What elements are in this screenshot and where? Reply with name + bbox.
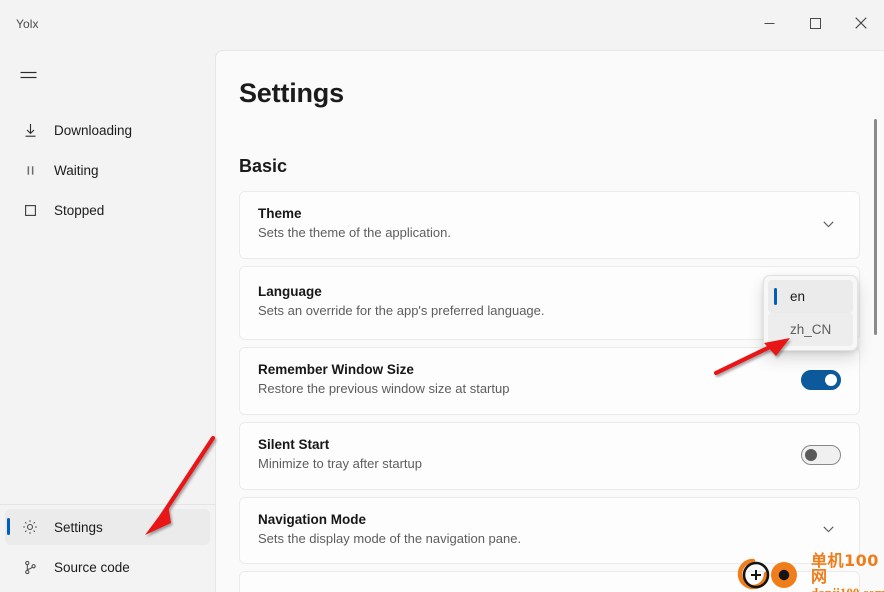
section-title-basic: Basic xyxy=(239,156,288,176)
setting-control xyxy=(721,370,841,391)
language-dropdown-flyout: en zh_CN xyxy=(763,275,858,351)
sidebar-item-label: Stopped xyxy=(54,202,105,218)
setting-text: Theme Sets the theme of the application. xyxy=(258,206,721,243)
setting-card-silent-start[interactable]: Silent Start Minimize to tray after star… xyxy=(239,421,860,490)
sidebar-item-label: Source code xyxy=(54,559,130,575)
pause-icon xyxy=(19,163,41,178)
watermark-mark-icon xyxy=(736,556,808,592)
minimize-button[interactable] xyxy=(746,0,792,46)
sidebar-item-waiting[interactable]: Waiting xyxy=(5,152,210,188)
setting-control xyxy=(721,211,841,237)
toggle-switch-icon[interactable] xyxy=(801,370,841,391)
sidebar-item-downloading[interactable]: Downloading xyxy=(5,112,210,148)
watermark-en-text: danji100.com xyxy=(811,586,884,592)
setting-text: Silent Start Minimize to tray after star… xyxy=(258,437,721,474)
language-option-label: zh_CN xyxy=(790,322,832,337)
setting-description: Minimize to tray after startup xyxy=(258,455,422,471)
setting-title: Language xyxy=(258,283,322,299)
sidebar-divider xyxy=(0,504,215,505)
setting-title: Theme xyxy=(258,206,302,221)
setting-description: Sets the display mode of the navigation … xyxy=(258,530,522,546)
sidebar: Downloading Waiting Stopped Settings Sou… xyxy=(0,50,215,592)
maximize-icon xyxy=(809,17,821,29)
title-bar: Yolx xyxy=(0,0,884,50)
maximize-button[interactable] xyxy=(792,0,838,46)
settings-card-list: Theme Sets the theme of the application.… xyxy=(239,191,860,592)
sidebar-nav-list: Downloading Waiting Stopped xyxy=(0,108,215,232)
setting-control xyxy=(721,445,841,466)
setting-text: Navigation Mode Sets the display mode of… xyxy=(258,512,721,549)
hamburger-menu-button[interactable] xyxy=(8,58,48,94)
sidebar-item-stopped[interactable]: Stopped xyxy=(5,192,210,228)
toggle-switch-icon[interactable] xyxy=(801,445,841,466)
sidebar-item-source-code[interactable]: Source code xyxy=(5,549,210,585)
sidebar-bottom-nav: Settings Source code xyxy=(0,504,215,589)
minimize-icon xyxy=(764,18,775,29)
language-option-zh-cn[interactable]: zh_CN xyxy=(768,313,853,346)
setting-card-theme[interactable]: Theme Sets the theme of the application. xyxy=(239,191,860,259)
setting-title: Navigation Mode xyxy=(258,511,367,527)
download-icon xyxy=(19,123,41,138)
watermark-logo: 单机100网 danji100.com xyxy=(736,553,884,592)
setting-control xyxy=(721,517,841,543)
watermark-text: 单机100网 danji100.com xyxy=(811,553,884,592)
language-option-en[interactable]: en xyxy=(768,280,853,313)
setting-card-remember-window-size[interactable]: Remember Window Size Restore the previou… xyxy=(239,346,860,415)
page-title: Settings xyxy=(239,78,344,108)
close-button[interactable] xyxy=(838,0,884,46)
content-scrollbar[interactable] xyxy=(870,59,880,585)
stop-square-icon xyxy=(19,203,41,218)
language-option-label: en xyxy=(790,289,806,304)
toggle-knob xyxy=(825,374,837,387)
sidebar-item-label: Settings xyxy=(54,519,103,535)
sidebar-item-label: Waiting xyxy=(54,162,99,178)
chevron-down-icon[interactable] xyxy=(815,211,841,237)
app-title: Yolx xyxy=(16,17,39,31)
chevron-down-icon[interactable] xyxy=(815,517,841,543)
toggle-knob xyxy=(805,449,817,462)
setting-description: Sets an override for the app's preferred… xyxy=(258,302,545,318)
window-controls xyxy=(746,0,884,46)
sidebar-item-settings[interactable]: Settings xyxy=(5,509,210,545)
setting-description: Restore the previous window size at star… xyxy=(258,380,510,396)
branch-icon xyxy=(19,560,41,575)
setting-text: Remember Window Size Restore the previou… xyxy=(258,362,721,399)
setting-text: Language Sets an override for the app's … xyxy=(258,284,558,321)
gear-icon xyxy=(19,519,41,535)
hamburger-menu-icon xyxy=(20,70,37,83)
sidebar-item-label: Downloading xyxy=(54,122,133,138)
watermark-cn-text: 单机100网 xyxy=(811,551,879,586)
close-icon xyxy=(855,17,867,29)
scrollbar-thumb[interactable] xyxy=(874,119,877,335)
app-window: Yolx Downloading Waiting Stopped Setting… xyxy=(0,0,884,592)
setting-title: Remember Window Size xyxy=(258,361,414,377)
setting-title: Silent Start xyxy=(258,436,330,452)
setting-description: Sets the theme of the application. xyxy=(258,225,451,240)
